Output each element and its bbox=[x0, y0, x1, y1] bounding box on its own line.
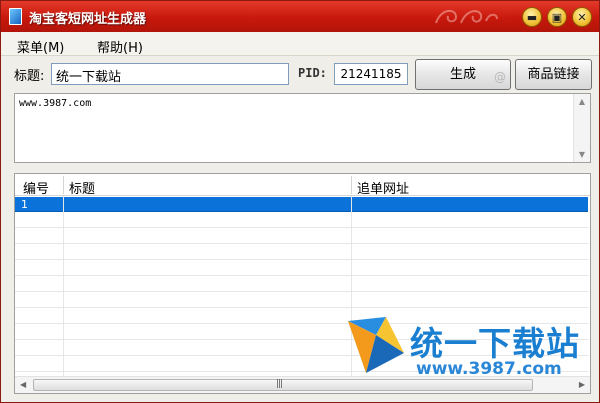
empty-row bbox=[15, 277, 588, 292]
title-input[interactable]: 统一下载站 bbox=[51, 63, 289, 85]
pid-input[interactable]: 21241185 bbox=[334, 63, 408, 85]
generate-button[interactable]: 生成 @ bbox=[415, 59, 511, 90]
swirl-icon: @ bbox=[494, 70, 506, 84]
title-label: 标题: bbox=[14, 69, 45, 84]
empty-row bbox=[15, 245, 588, 260]
pid-label: PID: bbox=[298, 66, 327, 80]
product-link-button[interactable]: 商品链接 bbox=[515, 59, 592, 90]
title-bar[interactable]: 淘宝客短网址生成器 ▬ ▣ ✕ bbox=[1, 1, 599, 32]
watermark-brand: 统一下载站 bbox=[410, 324, 580, 363]
table-row[interactable]: 1 bbox=[15, 197, 588, 212]
scroll-left-icon[interactable]: ◀ bbox=[20, 380, 26, 389]
minimize-button[interactable]: ▬ bbox=[522, 7, 542, 27]
brand-logo-icon bbox=[348, 317, 404, 373]
close-icon: ✕ bbox=[577, 10, 587, 24]
column-header-url[interactable]: 追单网址 bbox=[357, 178, 409, 197]
scroll-up-icon[interactable]: ▲ bbox=[574, 97, 590, 106]
empty-row bbox=[15, 293, 588, 308]
app-icon bbox=[9, 8, 22, 25]
column-divider[interactable] bbox=[63, 176, 64, 194]
app-window: 淘宝客短网址生成器 ▬ ▣ ✕ 菜单(M) 帮助(H) 标题: 统一下载站 PI… bbox=[0, 0, 600, 403]
empty-row bbox=[15, 229, 588, 244]
minimize-icon: ▬ bbox=[526, 10, 538, 24]
output-text: www.3987.com bbox=[19, 98, 92, 109]
column-header-title[interactable]: 标题 bbox=[69, 178, 95, 197]
empty-row bbox=[15, 213, 588, 228]
menu-item-menu[interactable]: 菜单(M) bbox=[17, 37, 64, 56]
grid-line bbox=[63, 196, 64, 376]
maximize-icon: ▣ bbox=[551, 10, 563, 24]
maximize-button[interactable]: ▣ bbox=[547, 7, 567, 27]
generate-button-label: 生成 bbox=[449, 67, 476, 82]
table-header: 编号 标题 追单网址 bbox=[15, 174, 590, 197]
titlebar-ornament bbox=[435, 9, 498, 24]
watermark: 统一下载站 www.3987.com bbox=[346, 313, 591, 383]
close-button[interactable]: ✕ bbox=[572, 7, 592, 27]
window-title: 淘宝客短网址生成器 bbox=[29, 12, 147, 27]
menu-bar: 菜单(M) 帮助(H) bbox=[1, 32, 599, 56]
menu-item-help[interactable]: 帮助(H) bbox=[97, 37, 143, 56]
grip-icon: ||| bbox=[276, 379, 283, 389]
textarea-vertical-scrollbar[interactable]: ▲ ▼ bbox=[573, 94, 590, 162]
output-textarea[interactable]: www.3987.com ▲ ▼ bbox=[14, 93, 591, 163]
empty-row bbox=[15, 261, 588, 276]
scroll-down-icon[interactable]: ▼ bbox=[574, 150, 590, 159]
column-header-id[interactable]: 编号 bbox=[23, 178, 49, 197]
watermark-url: www.3987.com bbox=[416, 359, 562, 379]
column-divider[interactable] bbox=[351, 176, 352, 194]
row-id-cell: 1 bbox=[21, 198, 28, 211]
